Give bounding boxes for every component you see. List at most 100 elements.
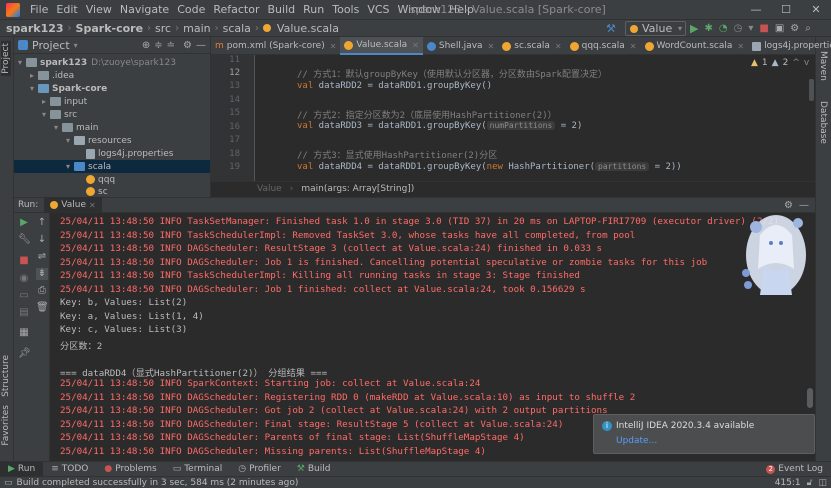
collapse-all-icon[interactable]: ≐ [167,40,175,51]
tab-qqq-scala[interactable]: qqq.scala ✕ [566,37,641,55]
tree-item-main[interactable]: ▾ main [54,121,99,134]
tree-item-idea[interactable]: ▸ .idea [30,69,74,82]
close-icon[interactable]: ✕ [737,42,744,51]
tree-item-src[interactable]: ▾ src [42,108,77,121]
update-notification[interactable]: i IntelliJ IDEA 2020.3.4 available Updat… [593,414,815,454]
more-run-icon[interactable]: ▾ [748,23,753,34]
build-hammer-icon[interactable]: ⚒ [606,22,616,35]
lock-icon[interactable]: 🔓︎ [807,478,819,488]
close-icon[interactable]: ✕ [630,42,637,51]
close-button[interactable]: ✕ [801,0,831,20]
tab-logs4j-properties[interactable]: logs4j.properties✕ [748,37,831,55]
menu-code[interactable]: Code [173,3,209,16]
maximize-button[interactable]: ☐ [771,0,801,20]
menu-run[interactable]: Run [299,3,328,16]
project-structure-icon[interactable]: ▣ [775,23,784,34]
database-tool-tab[interactable]: Database [818,101,828,144]
crumb-module[interactable]: Spark-core [73,22,147,35]
menu-vcs[interactable]: VCS [363,3,393,16]
tab-event-log[interactable]: 2 Event Log [758,462,831,477]
wrench-icon[interactable]: 🔧︎ [18,234,31,246]
close-icon[interactable]: ✕ [488,42,495,51]
menu-file[interactable]: File [26,3,52,16]
run-tab-value[interactable]: Value ✕ [44,197,102,213]
crumb-scala[interactable]: scala [220,22,254,35]
tab-build[interactable]: ⚒ Build [289,462,339,477]
status-message[interactable]: Build completed successfully in 3 sec, 5… [17,478,299,488]
close-icon[interactable]: ✕ [89,201,96,210]
status-toggle-icon[interactable]: ▭ [0,478,17,488]
print-icon[interactable]: ⎙ [36,285,48,297]
editor-scrollbar[interactable] [809,79,814,101]
expand-all-icon[interactable]: ≑ [154,40,162,51]
scrollbar-thumb[interactable] [807,388,813,408]
coverage-icon[interactable]: ◔ [719,23,728,34]
settings-icon[interactable]: ⚙ [790,23,799,34]
tab-run[interactable]: ▶ Run [0,461,44,477]
menu-edit[interactable]: Edit [52,3,81,16]
run-icon[interactable]: ▶ [690,22,698,35]
crumb-file[interactable]: Value.scala [274,22,342,35]
tab-todo[interactable]: ≡ TODO [43,462,96,477]
close-icon[interactable]: ✕ [412,41,419,50]
project-tool-tab[interactable]: Project [1,41,11,76]
hide-panel-icon[interactable]: — [196,40,210,51]
soft-wrap-icon[interactable]: ⇌ [36,251,48,263]
close-icon[interactable]: ✕ [555,42,562,51]
stop-icon[interactable]: ■ [18,255,30,267]
close-icon[interactable]: ✕ [330,42,337,51]
structure-tool-tab[interactable]: Structure [1,355,11,397]
stop-icon[interactable]: ■ [759,23,768,34]
camera-icon[interactable]: ◉ [18,273,30,285]
menu-view[interactable]: View [82,3,116,16]
tab-shell-java[interactable]: Shell.java ✕ [423,37,498,55]
scroll-to-end-icon[interactable]: ⇟ [36,268,48,280]
minimize-button[interactable]: — [741,0,771,20]
code-editor[interactable]: 11 12 13 14 15 16 17 18 19 // 方式1：默认grou… [211,55,815,181]
export-icon[interactable]: ▤ [18,307,30,319]
caret-position[interactable]: 415:1 [775,478,807,488]
update-link[interactable]: Update... [616,436,657,446]
arrow-up-icon[interactable]: ↑ [36,217,48,229]
crumb-main[interactable]: main [180,22,213,35]
tab-terminal[interactable]: ▭ Terminal [165,462,231,477]
tree-item-spark-core[interactable]: ▾ Spark-core [30,82,107,95]
layout-icon[interactable]: ▦ [18,327,30,339]
maven-tool-tab[interactable]: Maven [818,51,828,81]
arrow-down-icon[interactable]: ↓ [36,234,48,246]
breadcrumb-method[interactable]: main(args: Array[String]) [301,184,414,194]
debug-icon[interactable]: ✱ [704,23,712,34]
chevron-down-icon[interactable]: v [804,58,809,68]
tree-item-input[interactable]: ▸ input [42,95,87,108]
menu-refactor[interactable]: Refactor [209,3,263,16]
inspection-widget[interactable]: ▲ 1 ▲ 2 ^ v [751,58,809,68]
locate-icon[interactable]: ⊕ [142,40,150,51]
settings-icon[interactable]: ⚙ [183,40,192,51]
tab-wordcount-scala[interactable]: WordCount.scala ✕ [641,37,749,55]
crumb-project[interactable]: spark123 [0,22,67,35]
rerun-icon[interactable]: ▶ [18,217,30,229]
crumb-src[interactable]: src [152,22,174,35]
menu-navigate[interactable]: Navigate [116,3,173,16]
tab-value-scala[interactable]: Value.scala ✕ [340,37,423,55]
favorites-tool-tab[interactable]: Favorites [1,405,11,446]
trash-icon[interactable]: 🗑︎ [36,302,49,314]
chevron-up-icon[interactable]: ^ [792,58,800,68]
tab-sc-scala[interactable]: sc.scala ✕ [498,37,565,55]
tree-item-resources[interactable]: ▾ resources [66,134,132,147]
profile-icon[interactable]: ◷ [734,23,743,34]
memory-icon[interactable]: ◫ [818,478,831,488]
tab-problems[interactable]: ● Problems [96,462,164,477]
run-config-select[interactable]: Value ▾ [625,21,686,36]
restore-layout-icon[interactable]: ▭ [18,290,30,302]
tree-item-logs4j[interactable]: logs4j.properties [86,147,173,160]
chevron-down-icon[interactable]: ▾ [74,41,78,50]
menu-tools[interactable]: Tools [328,3,363,16]
tree-item-scala[interactable]: ▾ scala [14,160,210,173]
menu-build[interactable]: Build [264,3,300,16]
breadcrumb-object[interactable]: Value [257,184,282,194]
pin-icon[interactable]: 📌︎ [18,348,31,360]
tab-profiler[interactable]: ◷ Profiler [230,462,289,477]
project-panel-title[interactable]: Project [32,39,70,52]
tab-pom-xml[interactable]: m pom.xml (Spark-core) ✕ [211,37,340,55]
